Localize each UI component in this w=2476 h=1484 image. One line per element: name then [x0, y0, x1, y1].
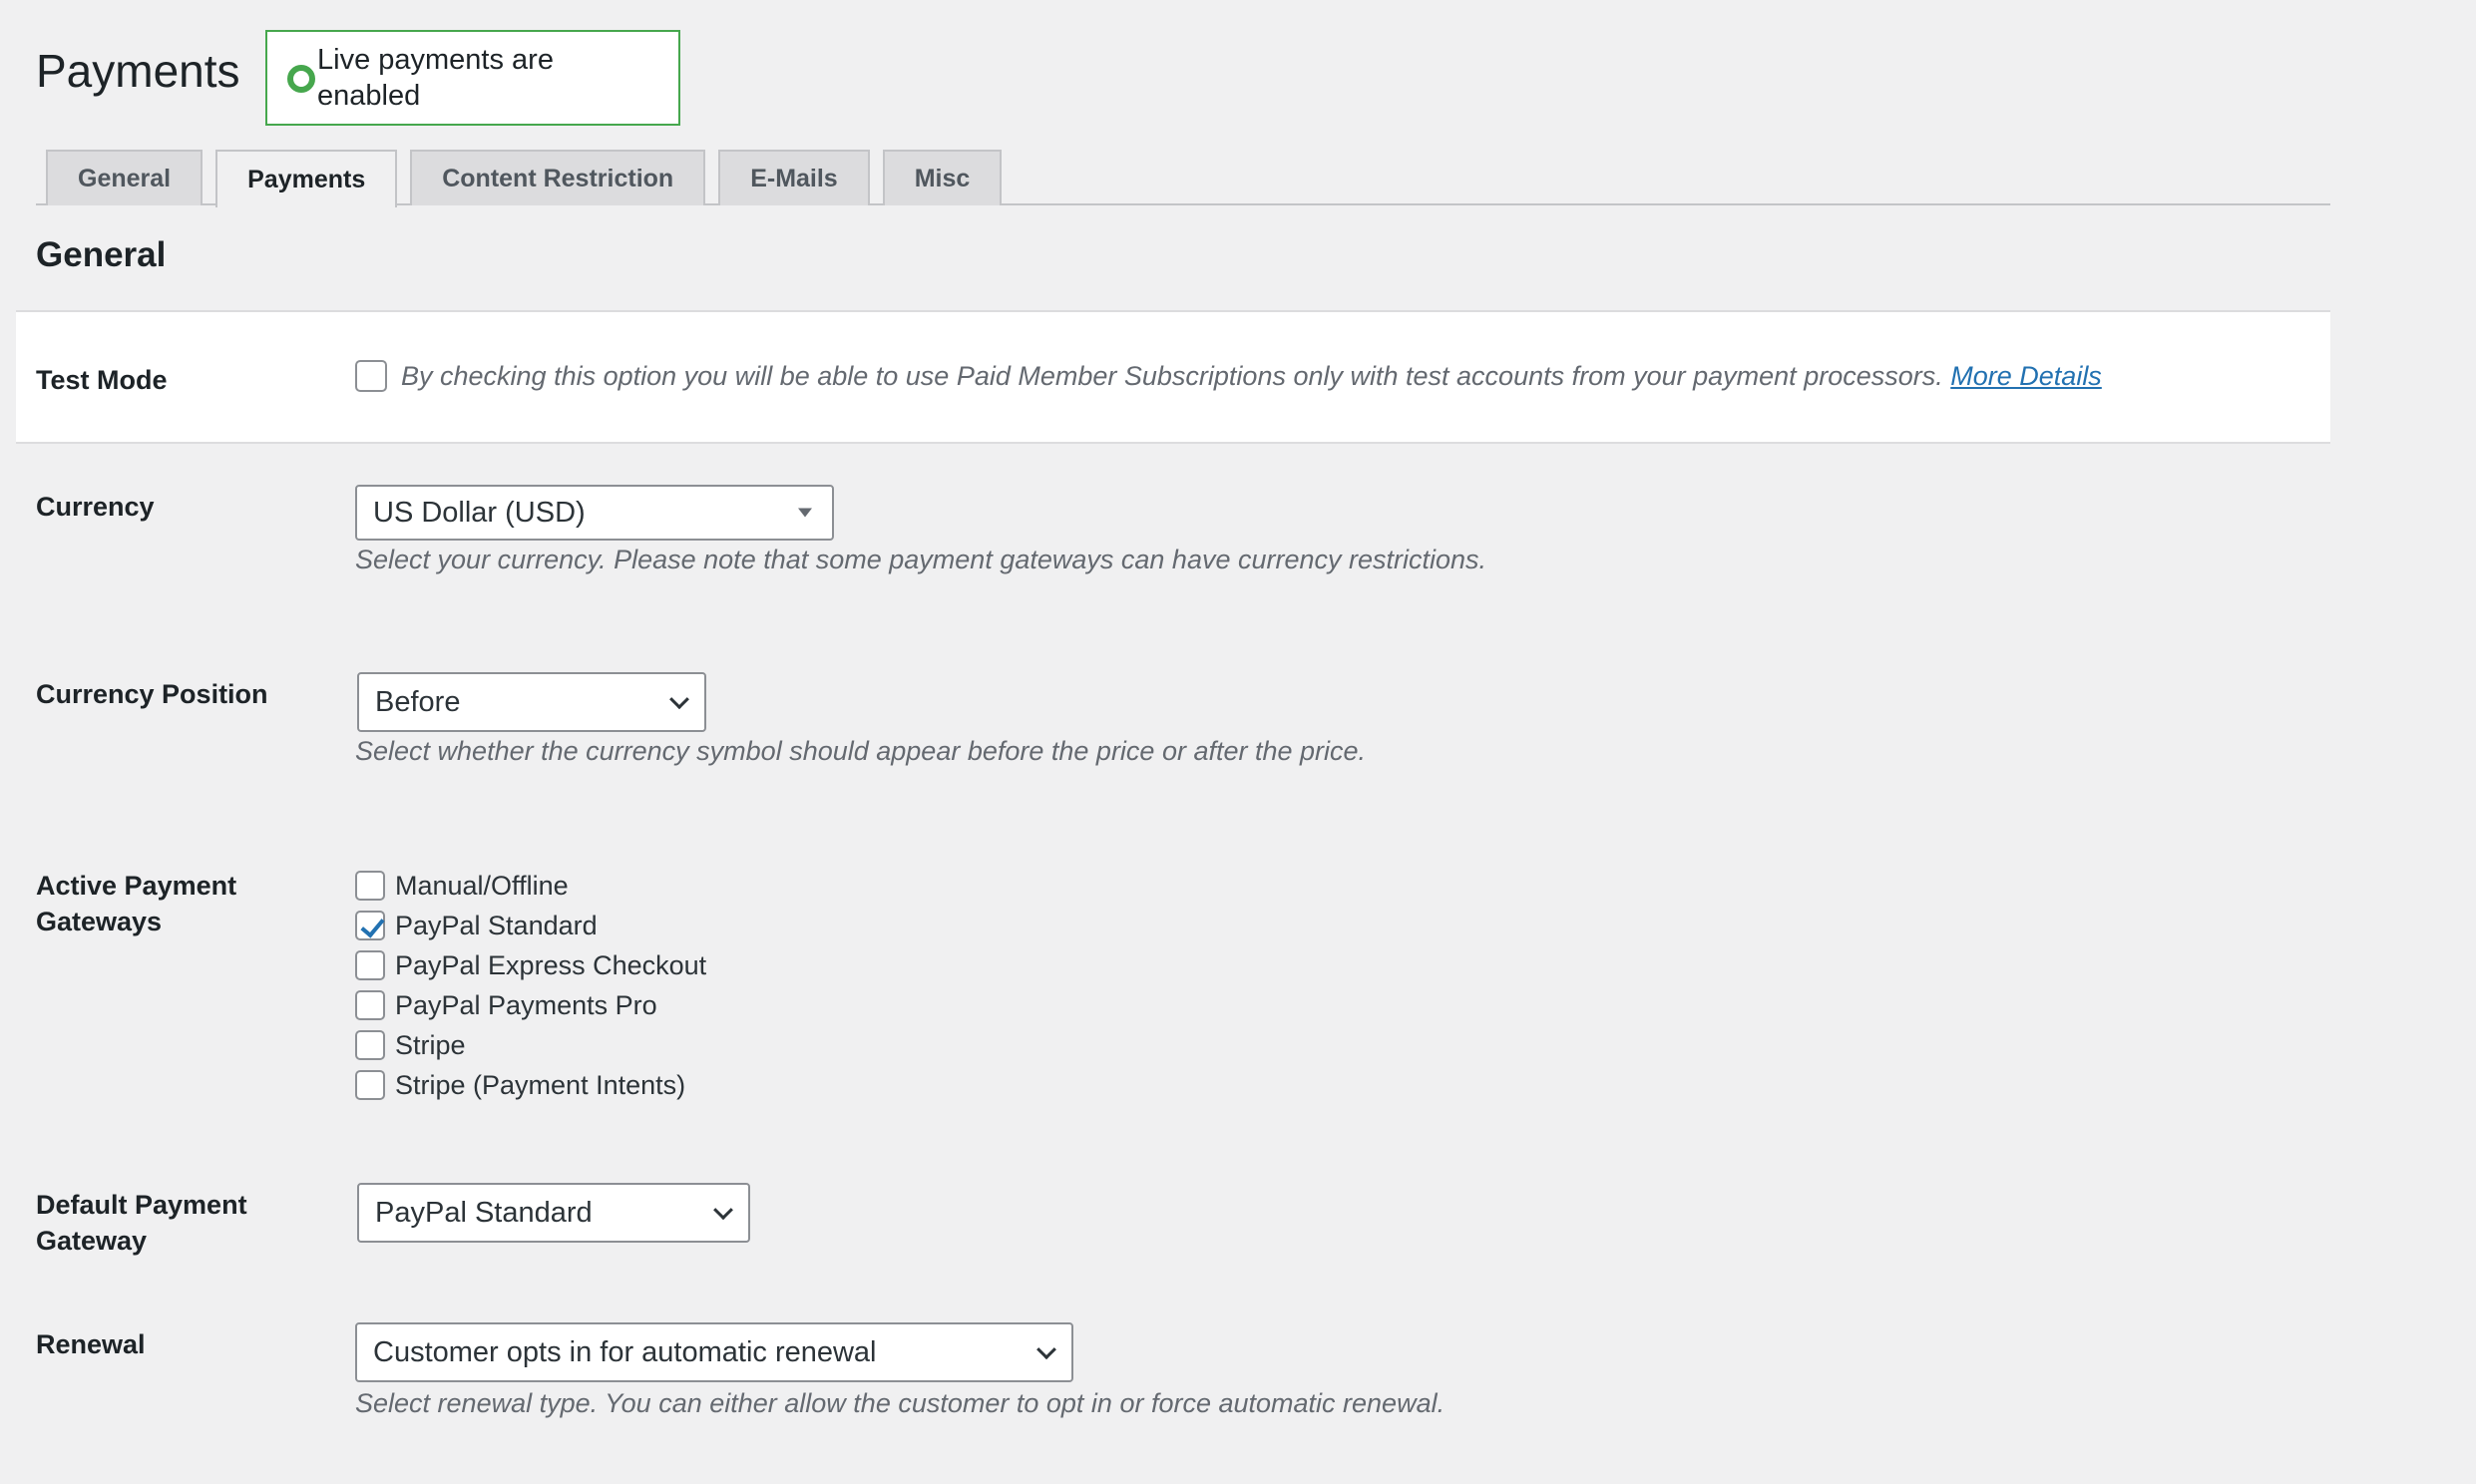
- test-mode-row: Test Mode By checking this option you wi…: [16, 310, 2330, 444]
- currency-select-value: US Dollar (USD): [373, 496, 586, 529]
- gateway-paypal-payments-pro: PayPal Payments Pro: [355, 985, 706, 1025]
- gateway-checkbox[interactable]: [355, 990, 385, 1020]
- gateway-label: PayPal Standard: [395, 910, 598, 940]
- chevron-down-icon: [1036, 1339, 1056, 1360]
- gateway-checkbox[interactable]: [355, 871, 385, 901]
- test-mode-field: By checking this option you will be able…: [355, 360, 2102, 392]
- chevron-down-icon: [713, 1200, 733, 1221]
- currency-label: Currency: [36, 492, 155, 522]
- currency-position-description: Select whether the currency symbol shoul…: [355, 736, 1367, 766]
- status-circle-icon: [287, 65, 315, 93]
- gateway-stripe-payment-intents: Stripe (Payment Intents): [355, 1065, 706, 1105]
- gateway-label: Stripe: [395, 1029, 466, 1060]
- currency-position-select[interactable]: Before: [357, 672, 706, 732]
- tab-general[interactable]: General: [46, 150, 204, 205]
- gateway-label: Stripe (Payment Intents): [395, 1069, 686, 1100]
- renewal-select-value: Customer opts in for automatic renewal: [373, 1335, 877, 1368]
- tab-payments[interactable]: Payments: [215, 150, 398, 207]
- test-mode-label: Test Mode: [36, 365, 168, 395]
- gateway-paypal-express-checkout: PayPal Express Checkout: [355, 945, 706, 985]
- renewal-description: Select renewal type. You can either allo…: [355, 1388, 1445, 1418]
- renewal-label: Renewal: [36, 1329, 146, 1359]
- more-details-link[interactable]: More Details: [1950, 361, 2102, 391]
- status-text: Live payments are enabled: [317, 44, 554, 112]
- gateway-label: PayPal Express Checkout: [395, 949, 707, 980]
- gateway-manual-offline: Manual/Offline: [355, 866, 706, 906]
- gateway-checkbox[interactable]: [355, 911, 385, 940]
- gateway-checkbox[interactable]: [355, 950, 385, 980]
- active-gateways-label: Active Payment Gateways: [36, 871, 237, 936]
- payments-settings-page: Payments Live payments are enabled Gener…: [0, 0, 2476, 1484]
- test-mode-checkbox[interactable]: [355, 360, 387, 392]
- currency-position-select-value: Before: [375, 685, 461, 718]
- test-mode-description: By checking this option you will be able…: [401, 360, 2102, 391]
- live-payments-status-notice: Live payments are enabled: [265, 30, 680, 126]
- default-gateway-select[interactable]: PayPal Standard: [357, 1183, 750, 1243]
- section-title: General: [36, 235, 167, 274]
- gateway-label: PayPal Payments Pro: [395, 989, 657, 1020]
- currency-description: Select your currency. Please note that s…: [355, 545, 1487, 574]
- gateway-checkbox[interactable]: [355, 1030, 385, 1060]
- default-gateway-label: Default Payment Gateway: [36, 1190, 247, 1256]
- renewal-select[interactable]: Customer opts in for automatic renewal: [355, 1322, 1073, 1382]
- tab-misc[interactable]: Misc: [882, 150, 1003, 205]
- gateway-checkbox[interactable]: [355, 1070, 385, 1100]
- chevron-down-icon: [669, 689, 689, 710]
- default-gateway-select-value: PayPal Standard: [375, 1196, 593, 1229]
- gateway-paypal-standard: PayPal Standard: [355, 906, 706, 945]
- gateway-label: Manual/Offline: [395, 870, 569, 901]
- tab-content-restriction[interactable]: Content Restriction: [410, 150, 706, 205]
- dropdown-triangle-icon: [798, 508, 812, 518]
- currency-position-label: Currency Position: [36, 679, 268, 709]
- currency-select[interactable]: US Dollar (USD): [355, 485, 834, 541]
- gateway-stripe: Stripe: [355, 1025, 706, 1065]
- settings-tabs: General Payments Content Restriction E-M…: [46, 150, 1015, 207]
- gateway-checkbox-list: Manual/Offline PayPal Standard PayPal Ex…: [355, 866, 706, 1105]
- page-title: Payments: [36, 45, 240, 97]
- tab-e-mails[interactable]: E-Mails: [718, 150, 870, 205]
